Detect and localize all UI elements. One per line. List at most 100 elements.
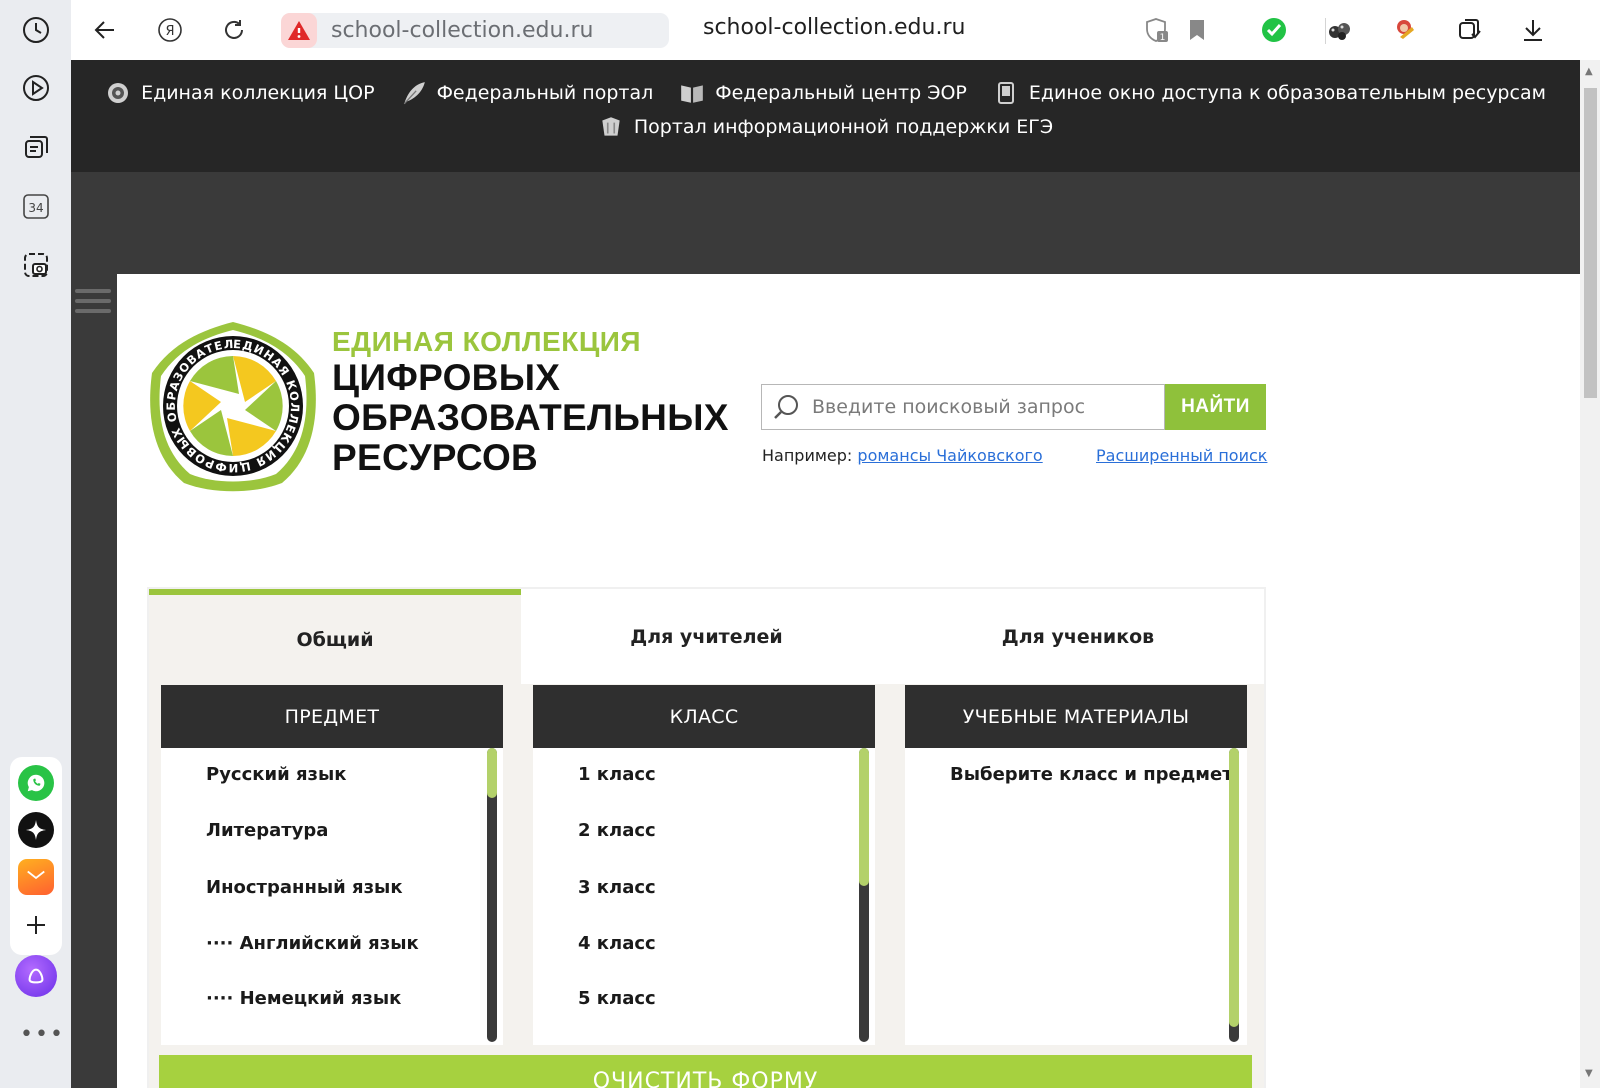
check-extension-icon[interactable] bbox=[1258, 14, 1290, 46]
nav-link-label: Портал информационной поддержки ЕГЭ bbox=[633, 116, 1054, 138]
security-warning-icon[interactable] bbox=[281, 13, 317, 48]
web-page: Единая коллекция ЦОР Федеральный портал … bbox=[71, 60, 1580, 1088]
shield-icon[interactable]: 1 bbox=[1141, 14, 1173, 46]
nav-link-federal-portal[interactable]: Федеральный портал bbox=[401, 80, 654, 106]
download-icon[interactable] bbox=[1517, 14, 1549, 46]
window-icon bbox=[993, 80, 1019, 106]
nav-link-label: Федеральный портал bbox=[436, 82, 654, 104]
subject-column: ПРЕДМЕТ Русский язык Литература Иностран… bbox=[161, 685, 503, 1045]
search-icon bbox=[774, 395, 798, 419]
grade-column: КЛАСС 1 класс 2 класс 3 класс 4 класс 5 … bbox=[533, 685, 875, 1045]
subject-scrollbar[interactable] bbox=[487, 748, 497, 1042]
catalog-tabs: Общий Для учителей Для учеников ПРЕДМЕТ … bbox=[147, 587, 1266, 1088]
site-logo[interactable]: ЕДИНАЯ КОЛЛЕКЦИЯ ЦИФРОВЫХ ОБРАЗОВАТЕЛЬНЫ… bbox=[138, 307, 322, 494]
subject-header: ПРЕДМЕТ bbox=[161, 685, 503, 748]
mail-icon[interactable] bbox=[18, 859, 54, 895]
materials-scroll-thumb[interactable] bbox=[1229, 748, 1239, 1028]
notes-icon[interactable] bbox=[16, 127, 56, 167]
logo-line-4: РЕСУРСОВ bbox=[332, 437, 539, 478]
advanced-search-link[interactable]: Расширенный поиск bbox=[1096, 446, 1267, 465]
yandex-icon[interactable]: Я bbox=[154, 14, 186, 46]
nav-link-single-window[interactable]: Единое окно доступа к образовательным ре… bbox=[993, 80, 1546, 106]
list-item[interactable]: Литература bbox=[206, 820, 328, 841]
page-scrollbar[interactable]: ▲ ▼ bbox=[1580, 60, 1600, 1088]
example-prefix: Например: bbox=[762, 446, 853, 465]
avatar-extension-icon[interactable] bbox=[1389, 14, 1421, 46]
list-item[interactable]: 1 класс bbox=[578, 764, 656, 785]
example-link[interactable]: романсы Чайковского bbox=[857, 446, 1042, 465]
menu-bar bbox=[75, 289, 111, 293]
alice-assistant-icon[interactable] bbox=[15, 955, 57, 997]
materials-list: Выберите класс и предмет bbox=[905, 748, 1247, 1045]
subject-scroll-thumb[interactable] bbox=[487, 748, 497, 798]
add-icon[interactable] bbox=[18, 907, 54, 943]
list-item[interactable]: ···· Английский язык bbox=[206, 933, 419, 954]
logo-line-2: ЦИФРОВЫХ bbox=[332, 357, 561, 398]
grade-list: 1 класс 2 класс 3 класс 4 класс 5 класс bbox=[533, 748, 875, 1045]
nav-link-label: Федеральный центр ЭОР bbox=[715, 82, 967, 104]
materials-header: УЧЕБНЫЕ МАТЕРИАЛЫ bbox=[905, 685, 1247, 748]
star-app-icon[interactable] bbox=[18, 812, 54, 848]
tab-for-teachers[interactable]: Для учителей bbox=[521, 589, 892, 684]
svg-text:1: 1 bbox=[1160, 33, 1166, 43]
list-item[interactable]: 3 класс bbox=[578, 877, 656, 898]
reload-icon[interactable] bbox=[218, 14, 250, 46]
materials-scrollbar[interactable] bbox=[1229, 748, 1239, 1042]
scroll-up-icon[interactable]: ▲ bbox=[1585, 66, 1595, 77]
browser-toolbar: Я school-collection.edu.ru school-collec… bbox=[71, 0, 1600, 60]
tab-for-students[interactable]: Для учеников bbox=[892, 589, 1264, 684]
subject-list: Русский язык Литература Иностранный язык… bbox=[161, 748, 503, 1045]
search-button[interactable]: НАЙТИ bbox=[1165, 384, 1266, 430]
bookmark-icon[interactable] bbox=[1181, 14, 1213, 46]
list-item[interactable]: 2 класс bbox=[578, 820, 656, 841]
url-text: school-collection.edu.ru bbox=[331, 18, 594, 43]
list-item[interactable]: ···· Немецкий язык bbox=[206, 988, 401, 1009]
svg-text:Я: Я bbox=[165, 24, 174, 39]
play-icon[interactable] bbox=[16, 68, 56, 108]
list-item[interactable]: Русский язык bbox=[206, 764, 346, 785]
scroll-down-icon[interactable]: ▼ bbox=[1585, 1068, 1595, 1079]
tab-general[interactable]: Общий bbox=[149, 589, 521, 684]
main-content: ЕДИНАЯ КОЛЛЕКЦИЯ ЦИФРОВЫХ ОБРАЗОВАТЕЛЬНЫ… bbox=[117, 274, 1580, 1088]
page-title: school-collection.edu.ru bbox=[703, 15, 966, 40]
nav-link-ege-portal[interactable]: Портал информационной поддержки ЕГЭ bbox=[598, 114, 1053, 140]
whatsapp-icon[interactable] bbox=[18, 765, 54, 801]
history-icon[interactable] bbox=[16, 10, 56, 50]
menu-bar bbox=[75, 299, 111, 303]
screenshot-icon[interactable] bbox=[16, 245, 56, 285]
nav-link-label: Единая коллекция ЦОР bbox=[141, 82, 375, 104]
menu-toggle-button[interactable] bbox=[75, 289, 111, 319]
svg-text:34: 34 bbox=[28, 201, 43, 215]
top-nav-row-1: Единая коллекция ЦОР Федеральный портал … bbox=[71, 80, 1580, 106]
materials-column: УЧЕБНЫЕ МАТЕРИАЛЫ Выберите класс и предм… bbox=[905, 685, 1247, 1045]
grade-scroll-thumb[interactable] bbox=[859, 748, 869, 887]
menu-bar bbox=[75, 309, 111, 313]
reading-list-icon[interactable] bbox=[1453, 14, 1485, 46]
graduation-icon bbox=[598, 114, 624, 140]
browser-side-panel: 34 ••• bbox=[0, 0, 71, 1088]
clear-form-button[interactable]: ОЧИСТИТЬ ФОРМУ bbox=[159, 1055, 1252, 1088]
logo-line-1: ЕДИНАЯ КОЛЛЕКЦИЯ bbox=[332, 326, 642, 357]
logo-text: ЕДИНАЯ КОЛЛЕКЦИЯ ЦИФРОВЫХ ОБРАЗОВАТЕЛЬНЫ… bbox=[332, 326, 729, 478]
search-example: Например: романсы Чайковского bbox=[762, 446, 1043, 465]
nav-link-label: Единое окно доступа к образовательным ре… bbox=[1028, 82, 1546, 104]
search-input[interactable] bbox=[812, 396, 1152, 418]
nav-link-federal-center[interactable]: Федеральный центр ЭОР bbox=[679, 80, 967, 106]
grade-scrollbar[interactable] bbox=[859, 748, 869, 1042]
book-icon bbox=[679, 80, 705, 106]
feather-icon bbox=[401, 80, 427, 106]
top-nav-row-2: Портал информационной поддержки ЕГЭ bbox=[71, 114, 1580, 140]
list-item[interactable]: Иностранный язык bbox=[206, 877, 403, 898]
address-bar[interactable]: school-collection.edu.ru bbox=[281, 13, 669, 48]
disc-icon bbox=[105, 80, 131, 106]
grade-header: КЛАСС bbox=[533, 685, 875, 748]
nav-link-collection[interactable]: Единая коллекция ЦОР bbox=[105, 80, 375, 106]
back-arrow-icon[interactable] bbox=[89, 14, 121, 46]
molecules-extension-icon[interactable] bbox=[1323, 14, 1355, 46]
calendar-icon[interactable]: 34 bbox=[16, 186, 56, 226]
search-box bbox=[761, 384, 1165, 430]
more-icon[interactable]: ••• bbox=[20, 1022, 65, 1047]
list-item[interactable]: 5 класс bbox=[578, 988, 656, 1009]
page-scroll-thumb[interactable] bbox=[1584, 88, 1597, 398]
list-item[interactable]: 4 класс bbox=[578, 933, 656, 954]
